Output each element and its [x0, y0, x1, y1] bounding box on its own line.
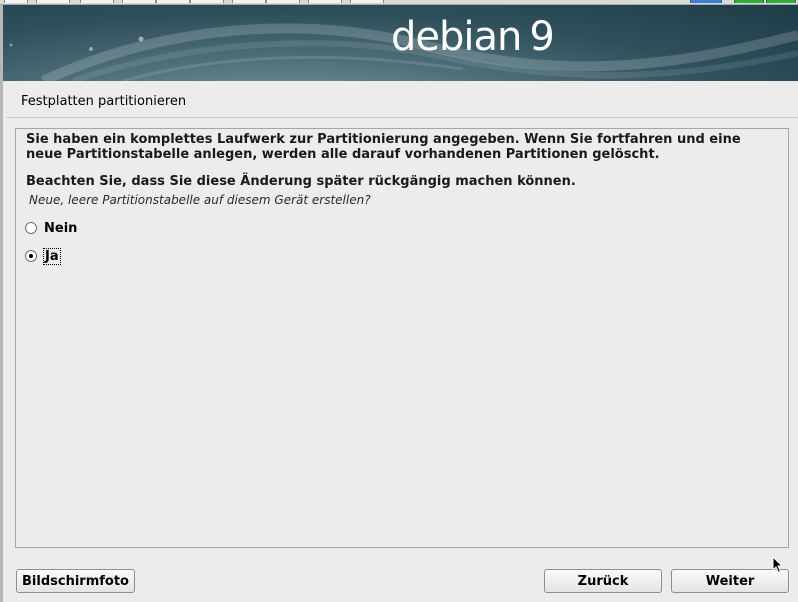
- host-toolbar-segment: [122, 0, 156, 3]
- installer-window: debian 9 Festplatten partitionieren Sie h…: [0, 0, 798, 602]
- brand-version: 9: [529, 14, 554, 60]
- option-ja[interactable]: Ja: [25, 247, 61, 265]
- radio-unchecked-icon[interactable]: [25, 222, 37, 234]
- option-nein[interactable]: Nein: [25, 220, 77, 236]
- option-label[interactable]: Ja: [43, 247, 61, 265]
- host-toolbar-segment: [308, 0, 342, 3]
- host-toolbar-segment: [36, 0, 70, 3]
- host-toolbar-segment: [156, 0, 190, 3]
- host-toolbar-segment: [4, 0, 28, 3]
- warning-message: Beachten Sie, dass Sie diese Änderung sp…: [26, 174, 576, 189]
- arrow-pointer-icon: [772, 556, 784, 574]
- debian-logo-text: debian 9: [391, 14, 555, 60]
- screenshot-button[interactable]: Bildschirmfoto: [16, 569, 135, 593]
- title-divider: [6, 117, 798, 118]
- info-message: Sie haben ein komplettes Laufwerk zur Pa…: [26, 132, 741, 162]
- content-panel: Sie haben ein komplettes Laufwerk zur Pa…: [15, 128, 789, 548]
- debian-banner: debian 9: [3, 5, 798, 81]
- option-label[interactable]: Nein: [44, 221, 77, 236]
- brand-name: debian: [391, 14, 522, 60]
- host-toolbar-segment: [766, 0, 796, 3]
- host-toolbar-segment: [190, 0, 224, 3]
- host-toolbar-segment: [734, 0, 764, 3]
- back-button[interactable]: Zurück: [544, 569, 662, 593]
- window-left-edge: [0, 5, 3, 602]
- question-text: Neue, leere Partitionstabelle auf diesem…: [29, 193, 371, 207]
- page-title: Festplatten partitionieren: [21, 94, 187, 109]
- host-toolbar-segment: [350, 0, 384, 3]
- host-toolbar-segment: [80, 0, 114, 3]
- host-toolbar-segment: [690, 0, 722, 3]
- host-toolbar-segment: [266, 0, 300, 3]
- host-toolbar-segment: [232, 0, 266, 3]
- radio-checked-icon[interactable]: [25, 250, 37, 262]
